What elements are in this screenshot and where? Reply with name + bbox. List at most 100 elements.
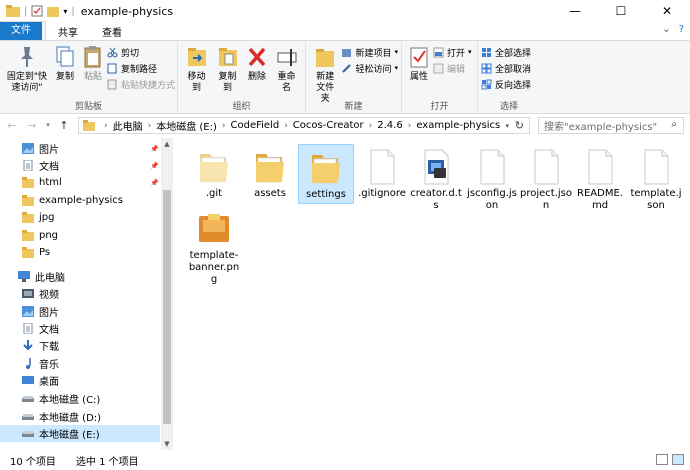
sidebar-item[interactable]: example-physics — [0, 192, 160, 209]
select-none-button[interactable]: 全部取消 — [481, 61, 531, 75]
breadcrumb-separator-icon: › — [407, 120, 412, 131]
new-item-button[interactable]: 新建项目 ▾ — [341, 45, 398, 59]
breadcrumb-drive-e[interactable]: 本地磁盘 (E:) — [156, 118, 217, 133]
sidebar-item[interactable]: 图片 — [0, 303, 160, 320]
pinned-icon: 📌 — [150, 144, 159, 153]
sidebar-item[interactable]: 图片 📌 — [0, 140, 160, 157]
edit-button[interactable]: 编辑 — [433, 61, 472, 75]
back-arrow-icon[interactable]: ← — [4, 119, 20, 132]
forward-arrow-icon[interactable]: → — [24, 119, 40, 132]
sidebar-item[interactable]: jpg — [0, 209, 160, 226]
easy-access-icon — [342, 63, 352, 73]
file-icon — [582, 148, 618, 186]
file-item[interactable]: README.md — [572, 144, 628, 212]
tab-file[interactable]: 文件 — [0, 22, 42, 40]
scroll-up-icon[interactable]: ▲ — [161, 140, 173, 148]
invert-selection-icon — [481, 79, 492, 89]
sidebar-item[interactable]: 本地磁盘 (D:) — [0, 408, 160, 425]
folder-icon — [22, 212, 34, 223]
file-item[interactable]: project.json — [518, 144, 574, 212]
sidebar-item[interactable]: 下载 — [0, 337, 160, 354]
move-to-icon — [187, 48, 206, 66]
file-item[interactable]: creator.d.ts — [408, 144, 464, 212]
select-all-button[interactable]: 全部选择 — [481, 45, 531, 59]
copy-path-button[interactable]: 复制路径 — [107, 61, 175, 75]
breadcrumb-cocos-creator[interactable]: Cocos-Creator — [293, 120, 364, 131]
open-button[interactable]: 打开 ▾ — [433, 45, 472, 59]
paste-shortcut-button[interactable]: 粘贴快捷方式 — [107, 77, 175, 91]
file-item[interactable]: assets — [242, 144, 298, 200]
file-name: jsconfig.json — [467, 188, 517, 211]
pinned-icon: 📌 — [150, 161, 159, 170]
navigation-scrollbar[interactable]: ▲ ▼ — [161, 138, 173, 450]
file-item[interactable]: .gitignore — [354, 144, 410, 200]
search-input[interactable]: 搜索"example-physics" ⌕ — [538, 117, 684, 134]
file-name: project.json — [520, 188, 572, 211]
breadcrumb-this-pc[interactable]: 此电脑 — [113, 118, 143, 133]
sidebar-item[interactable]: 视频 — [0, 285, 160, 302]
maximize-button[interactable]: ☐ — [598, 0, 644, 22]
breadcrumb-separator-icon: › — [104, 120, 108, 131]
drive-icon — [22, 393, 34, 404]
sidebar-item-label: 本地磁盘 (C:) — [39, 395, 101, 406]
file-item[interactable]: template-banner.png — [186, 206, 242, 286]
sidebar-item-label: example-physics — [39, 195, 123, 206]
breadcrumb-version[interactable]: 2.4.6 — [377, 120, 402, 131]
address-bar[interactable]: › 此电脑 › 本地磁盘 (E:) › CodeField › Cocos-Cr… — [78, 117, 530, 134]
sidebar-item[interactable]: Ps — [0, 244, 160, 261]
breadcrumb-codefield[interactable]: CodeField — [231, 120, 280, 131]
file-name: .gitignore — [358, 188, 406, 199]
sidebar-item[interactable]: 此电脑 — [0, 268, 160, 285]
sidebar-item[interactable]: 音乐 — [0, 355, 160, 372]
search-placeholder: 搜索"example-physics" — [544, 122, 658, 133]
easy-access-button[interactable]: 轻松访问 ▾ — [341, 61, 398, 75]
file-name: template.json — [630, 188, 682, 211]
sidebar-item-label: 本地磁盘 (D:) — [39, 413, 102, 424]
sidebar-item[interactable]: png — [0, 227, 160, 244]
file-item[interactable]: jsconfig.json — [464, 144, 520, 212]
sidebar-item[interactable]: 本地磁盘 (C:) — [0, 390, 160, 407]
sidebar-item[interactable]: 文档 — [0, 320, 160, 337]
search-icon[interactable]: ⌕ — [671, 119, 677, 130]
sidebar-item[interactable]: 文档 📌 — [0, 157, 160, 174]
sidebar-item[interactable]: 本地磁盘 (E:) — [0, 425, 160, 442]
pinned-icon: 📌 — [150, 178, 159, 187]
pictures-icon — [22, 306, 34, 317]
delete-icon — [248, 47, 266, 67]
sidebar-item-label: html — [39, 177, 62, 188]
sidebar-item[interactable]: 桌面 — [0, 372, 160, 389]
close-button[interactable]: ✕ — [644, 0, 690, 22]
large-icons-view-icon[interactable] — [672, 454, 684, 465]
breadcrumb-example-physics[interactable]: example-physics — [416, 120, 500, 131]
videos-icon — [22, 288, 34, 299]
collapse-ribbon-icon[interactable]: ⌄ — [662, 24, 670, 35]
new-folder-icon[interactable] — [47, 5, 60, 17]
file-name: assets — [254, 188, 286, 199]
recent-dropdown-icon[interactable]: ▾ — [40, 121, 56, 129]
tab-share[interactable]: 共享 — [46, 22, 90, 40]
help-icon[interactable]: ? — [679, 24, 684, 35]
file-item[interactable]: .git — [186, 144, 242, 200]
properties-icon[interactable] — [31, 5, 43, 17]
minimize-button[interactable]: — — [552, 0, 598, 22]
file-icon — [638, 148, 674, 186]
sidebar-item[interactable]: html 📌 — [0, 174, 160, 191]
cut-button[interactable]: 剪切 — [107, 45, 175, 59]
scrollbar-thumb[interactable] — [163, 190, 171, 424]
refresh-icon[interactable]: ↻ — [515, 119, 524, 132]
file-item[interactable]: template.json — [628, 144, 684, 212]
qat-dropdown-icon[interactable]: ▾ — [63, 7, 67, 16]
file-item[interactable]: settings — [298, 144, 354, 204]
tab-view[interactable]: 查看 — [90, 22, 134, 40]
scroll-down-icon[interactable]: ▼ — [161, 440, 173, 448]
downloads-icon — [22, 340, 34, 351]
title-bar: | ▾ | example-physics — ☐ ✕ — [0, 0, 690, 22]
invert-selection-button[interactable]: 反向选择 — [481, 77, 531, 91]
sidebar-item-label: Ps — [39, 247, 51, 258]
pin-icon — [21, 47, 33, 67]
address-dropdown-icon[interactable]: ▾ — [505, 122, 509, 130]
sidebar-item-label: 视频 — [39, 290, 59, 301]
details-view-icon[interactable] — [656, 454, 668, 465]
item-count: 10 个项目 — [10, 456, 56, 468]
up-arrow-icon[interactable]: ↑ — [56, 119, 72, 132]
